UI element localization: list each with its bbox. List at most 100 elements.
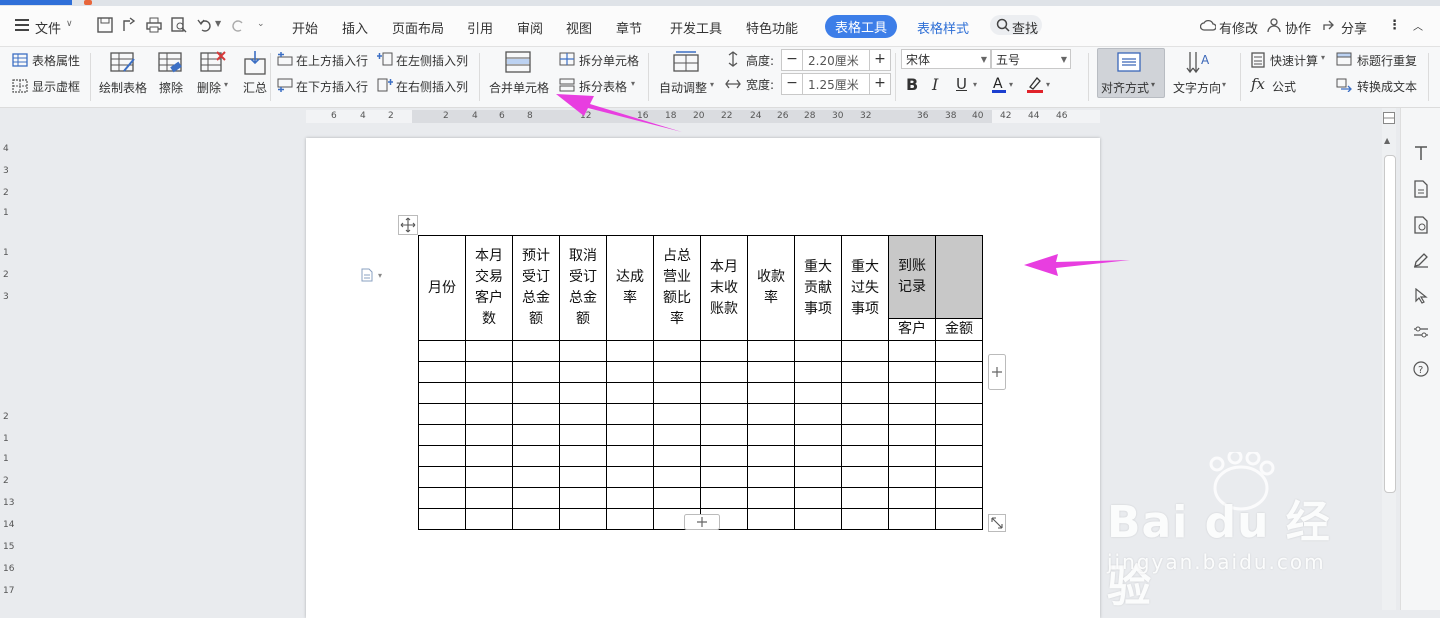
export-icon[interactable] (121, 17, 137, 33)
table-cell[interactable] (888, 445, 936, 467)
table-cell[interactable] (700, 445, 748, 467)
file-menu[interactable]: 文件 (35, 18, 61, 37)
table-cell[interactable] (653, 340, 701, 362)
table-cell[interactable] (418, 424, 466, 446)
table-cell[interactable] (512, 403, 560, 425)
table-cell[interactable] (935, 340, 983, 362)
move-table-icon[interactable] (398, 215, 418, 235)
help-icon[interactable]: ? (1413, 361, 1429, 377)
table-cell[interactable] (935, 403, 983, 425)
table-cell[interactable] (747, 466, 795, 488)
split-cells-button[interactable]: 拆分单元格 (579, 52, 639, 69)
table-cell[interactable] (794, 403, 842, 425)
table-cell[interactable] (418, 508, 466, 530)
table-cell[interactable] (935, 382, 983, 404)
table-cell[interactable] (653, 382, 701, 404)
hamburger-icon[interactable] (15, 19, 29, 31)
table-cell[interactable] (888, 361, 936, 383)
align-button-label[interactable]: 对齐方式 (1101, 79, 1149, 96)
table-cell[interactable] (465, 445, 513, 467)
delete-dropdown-icon[interactable]: ▾ (224, 80, 228, 89)
table-cell[interactable] (700, 340, 748, 362)
table-cell[interactable] (606, 382, 654, 404)
table-cell[interactable] (700, 424, 748, 446)
table-cell[interactable] (747, 445, 795, 467)
print-preview-icon[interactable] (171, 17, 187, 33)
header-cell-receivables[interactable]: 本月末收账款 (700, 235, 748, 341)
table-cell[interactable] (465, 508, 513, 530)
modified-status[interactable]: 有修改 (1219, 18, 1258, 37)
delete-button[interactable]: 删除 (197, 79, 221, 96)
table-cell[interactable] (747, 382, 795, 404)
table-cell[interactable] (418, 487, 466, 509)
tab-special[interactable]: 特色功能 (746, 18, 798, 37)
font-color-dropdown-icon[interactable]: ▾ (1009, 80, 1013, 89)
table-cell[interactable] (512, 361, 560, 383)
underline-dropdown-icon[interactable]: ▾ (973, 80, 977, 89)
table-cell[interactable] (935, 508, 983, 530)
table-cell[interactable] (700, 487, 748, 509)
font-size-select[interactable]: 五号 ▼ (991, 49, 1071, 69)
font-color-icon[interactable]: A (992, 75, 1006, 93)
paragraph-options-icon[interactable]: ▾ (360, 268, 386, 282)
table-cell[interactable] (512, 445, 560, 467)
table-cell[interactable] (841, 466, 889, 488)
table-cell[interactable] (794, 382, 842, 404)
table-cell[interactable] (559, 487, 607, 509)
table-cell[interactable] (935, 424, 983, 446)
height-stepper[interactable]: − 2.20厘米 + (781, 49, 891, 71)
header-cell-payment-record-blank[interactable] (935, 235, 983, 319)
header-cell-revenue-share[interactable]: 占总营业额比率 (653, 235, 701, 341)
text-direction-dropdown-icon[interactable]: ▾ (1222, 80, 1226, 89)
header-cell-achievement-rate[interactable]: 达成率 (606, 235, 654, 341)
text-direction-button[interactable]: 文字方向 (1173, 79, 1221, 96)
table-cell[interactable] (841, 424, 889, 446)
table-cell[interactable] (653, 487, 701, 509)
formula-button[interactable]: 公式 (1272, 78, 1296, 95)
split-table-dropdown-icon[interactable]: ▾ (631, 79, 635, 88)
table-cell[interactable] (888, 340, 936, 362)
table-cell[interactable] (794, 445, 842, 467)
subheader-cell-customer[interactable]: 客户 (888, 318, 936, 341)
text-style-icon[interactable] (1413, 145, 1429, 161)
table-cell[interactable] (512, 340, 560, 362)
insert-col-right-button[interactable]: 在右侧插入列 (396, 78, 468, 95)
scroll-up-icon[interactable]: ▲ (1384, 136, 1390, 145)
table-cell[interactable] (559, 361, 607, 383)
quick-calc-button[interactable]: 快速计算 (1270, 52, 1318, 69)
undo-icon[interactable] (197, 17, 213, 33)
quick-calc-dropdown-icon[interactable]: ▾ (1321, 53, 1325, 62)
title-repeat-button[interactable]: 标题行重复 (1357, 52, 1417, 69)
table-cell[interactable] (747, 508, 795, 530)
table-cell[interactable] (606, 466, 654, 488)
table-cell[interactable] (794, 424, 842, 446)
table-cell[interactable] (559, 382, 607, 404)
increase-width-button[interactable]: + (869, 74, 890, 94)
table-cell[interactable] (888, 382, 936, 404)
summary-button[interactable]: 汇总 (243, 79, 267, 96)
subheader-cell-amount[interactable]: 金额 (935, 318, 983, 341)
underline-icon[interactable]: U (956, 75, 967, 93)
print-icon[interactable] (146, 17, 162, 33)
table-cell[interactable] (606, 424, 654, 446)
vertical-ruler[interactable]: 4 3 2 1 1 2 3 1 2 1 2 13 14 15 16 17 (0, 126, 16, 610)
table-cell[interactable] (700, 403, 748, 425)
page-split-icon[interactable] (1383, 112, 1395, 124)
table-cell[interactable] (700, 382, 748, 404)
font-name-select[interactable]: 宋体 ▼ (901, 49, 991, 69)
tab-references[interactable]: 引用 (467, 18, 493, 37)
quick-access-more-icon[interactable]: ⌄ (257, 19, 265, 29)
table-cell[interactable] (841, 382, 889, 404)
table-cell[interactable] (700, 361, 748, 383)
table-cell[interactable] (465, 403, 513, 425)
table-cell[interactable] (841, 508, 889, 530)
add-column-icon[interactable] (988, 354, 1006, 390)
table-cell[interactable] (653, 466, 701, 488)
table-cell[interactable] (418, 361, 466, 383)
table-cell[interactable] (935, 487, 983, 509)
insert-row-above-button[interactable]: 在上方插入行 (296, 52, 368, 69)
insert-col-left-button[interactable]: 在左侧插入列 (396, 52, 468, 69)
table-cell[interactable] (606, 361, 654, 383)
table-cell[interactable] (747, 361, 795, 383)
more-options-icon[interactable]: ⋮ (1388, 18, 1401, 33)
